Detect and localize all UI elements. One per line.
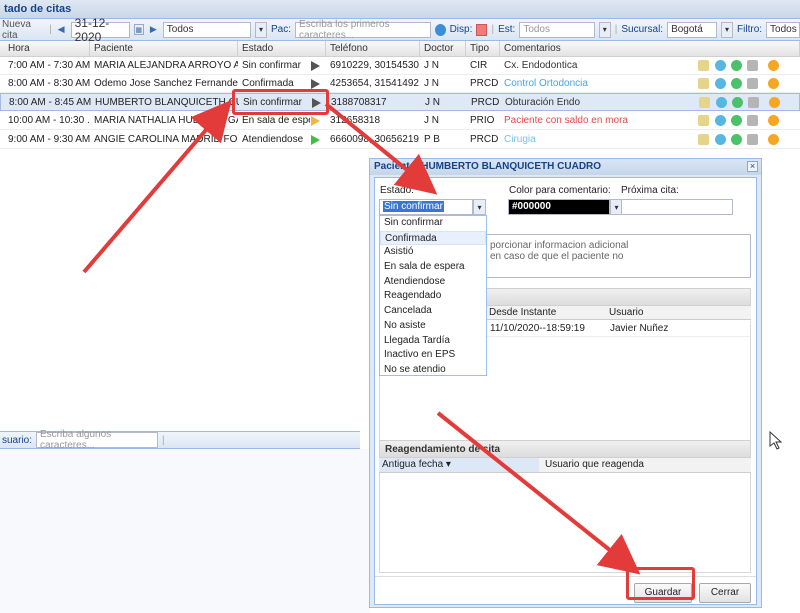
arrow-to-status [82,99,232,274]
arrow-to-save [436,411,641,575]
annotation-arrows [82,99,783,575]
arrow-to-dropdown [324,102,438,195]
mouse-cursor-icon [769,430,783,450]
